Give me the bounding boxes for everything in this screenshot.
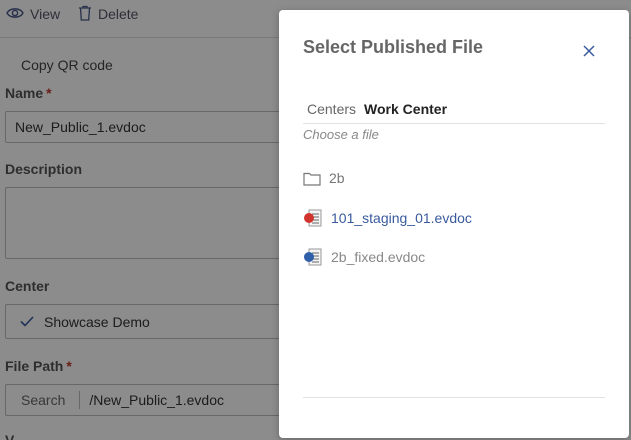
list-item-folder[interactable]: 2b: [303, 167, 345, 189]
divider: [303, 397, 605, 398]
evdoc-file-icon: [303, 208, 323, 228]
list-item-file[interactable]: 2b_fixed.evdoc: [303, 246, 425, 268]
list-item-label: 2b: [329, 170, 345, 186]
close-icon[interactable]: [581, 43, 597, 59]
breadcrumb-centers[interactable]: Centers: [307, 101, 356, 117]
list-item-label: 101_staging_01.evdoc: [331, 210, 472, 226]
dialog-title: Select Published File: [303, 37, 484, 57]
list-item-file[interactable]: 101_staging_01.evdoc: [303, 207, 472, 229]
folder-icon: [303, 171, 321, 186]
choose-file-hint: Choose a file: [303, 127, 379, 142]
breadcrumb-work-center: Work Center: [364, 100, 448, 117]
list-item-label: 2b_fixed.evdoc: [331, 249, 426, 265]
breadcrumb: Centers Work Center: [303, 100, 605, 124]
evdoc-file-icon: [303, 247, 323, 267]
select-published-file-dialog: Select Published File Centers Work Cente…: [279, 10, 629, 438]
